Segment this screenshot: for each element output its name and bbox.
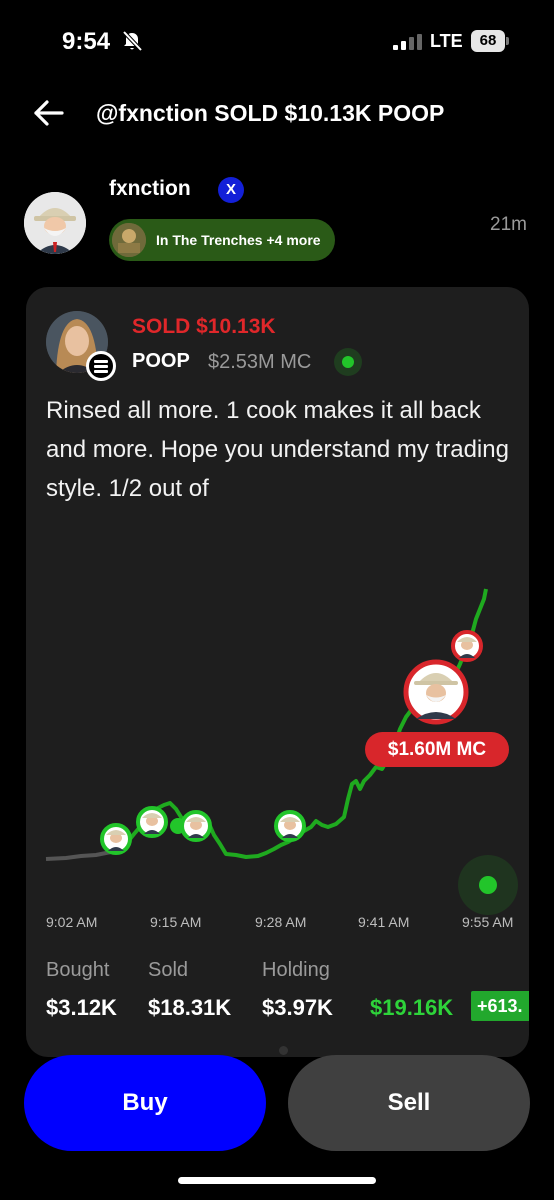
arrow-left-icon[interactable] bbox=[30, 95, 66, 131]
holding-label: Holding bbox=[262, 959, 330, 981]
sold-value: $18.31K bbox=[148, 995, 232, 1020]
post-header: fxnction X In The Trenches +4 more 21m bbox=[0, 172, 554, 272]
buy-marker bbox=[274, 810, 306, 842]
time-axis-label: 9:55 AM bbox=[462, 914, 514, 930]
time-axis-label: 9:41 AM bbox=[358, 914, 410, 930]
battery-icon: 68 bbox=[471, 30, 509, 52]
home-indicator[interactable] bbox=[178, 1177, 376, 1184]
signal-icon bbox=[393, 34, 422, 50]
avatar-illustration bbox=[24, 192, 86, 254]
trade-card[interactable]: SOLD $10.13K POOP $2.53M MC Rinsed all m… bbox=[26, 287, 529, 1057]
price-line-before bbox=[45, 849, 117, 861]
x-badge-icon: X bbox=[218, 177, 244, 203]
pnl-value: $19.16K bbox=[370, 995, 454, 1020]
time-axis-label: 9:02 AM bbox=[46, 914, 98, 930]
page-title: @fxnction SOLD $10.13K POOP bbox=[96, 100, 445, 126]
network-label: LTE bbox=[430, 31, 463, 51]
buy-marker bbox=[136, 806, 168, 838]
buy-marker bbox=[180, 810, 212, 842]
header: @fxnction SOLD $10.13K POOP bbox=[0, 90, 554, 140]
status-bar: 9:54 LTE 68 bbox=[0, 0, 554, 86]
pnl-percent-badge: +613. bbox=[471, 991, 529, 1021]
market-cap: $2.53M MC bbox=[208, 351, 312, 373]
bought-label: Bought bbox=[46, 959, 110, 981]
time-axis-label: 9:28 AM bbox=[255, 914, 307, 930]
sell-button[interactable]: Sell bbox=[288, 1055, 530, 1151]
buy-marker bbox=[100, 823, 132, 855]
trade-action: SOLD $10.13K bbox=[132, 315, 276, 338]
holding-value: $3.97K bbox=[262, 995, 333, 1020]
time-axis-label: 9:15 AM bbox=[150, 914, 202, 930]
group-tag[interactable]: In The Trenches +4 more bbox=[109, 219, 335, 261]
sell-marker-large bbox=[403, 659, 469, 725]
user-avatar[interactable] bbox=[24, 192, 86, 254]
battery-level: 68 bbox=[471, 30, 505, 52]
battery-tip bbox=[506, 37, 509, 45]
bell-muted-icon bbox=[122, 30, 143, 52]
current-price-dot bbox=[479, 876, 497, 894]
page-indicator-dot bbox=[279, 1046, 288, 1055]
mc-marker-pill: $1.60M MC bbox=[365, 732, 509, 767]
buy-button[interactable]: Buy bbox=[24, 1055, 266, 1151]
group-icon bbox=[112, 223, 146, 257]
status-time: 9:54 bbox=[62, 28, 111, 55]
sold-label: Sold bbox=[148, 959, 189, 981]
post-time: 21m bbox=[490, 214, 527, 235]
group-tag-label: In The Trenches +4 more bbox=[156, 232, 321, 248]
live-indicator-icon bbox=[334, 348, 362, 376]
solana-icon bbox=[86, 351, 116, 381]
username[interactable]: fxnction bbox=[109, 177, 191, 201]
token-ticker[interactable]: POOP bbox=[132, 350, 190, 373]
bought-value: $3.12K bbox=[46, 995, 117, 1020]
post-text: Rinsed all more. 1 cook makes it all bac… bbox=[46, 397, 509, 502]
sell-marker bbox=[451, 630, 483, 662]
